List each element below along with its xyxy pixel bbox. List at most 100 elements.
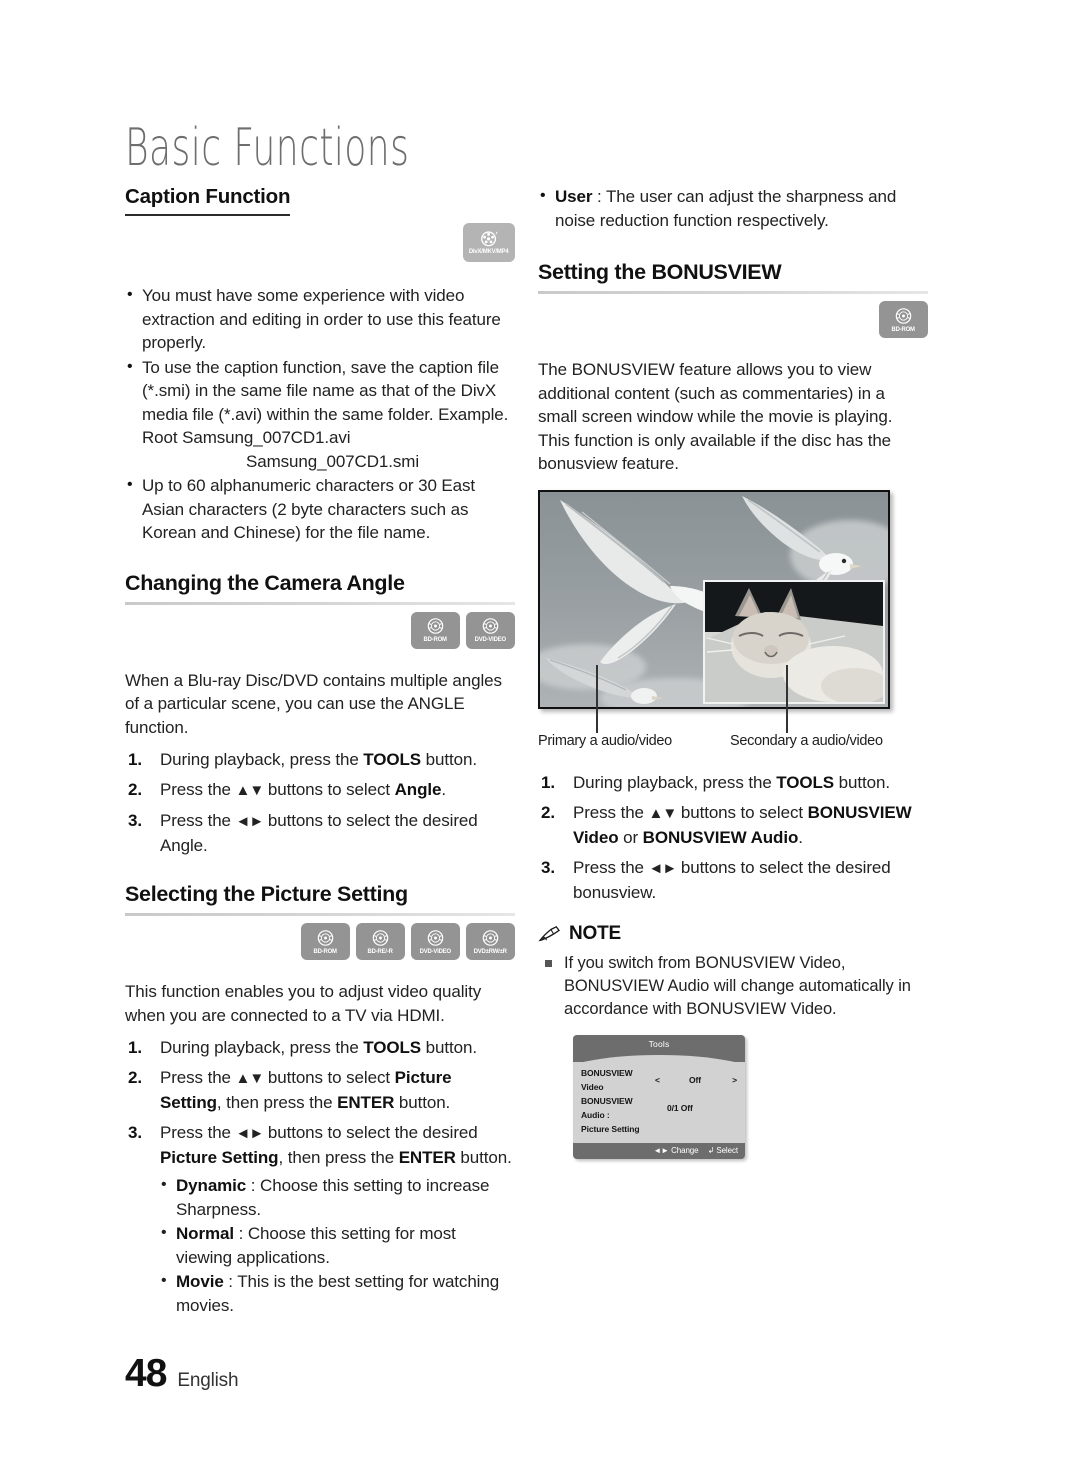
badge-row-caption-function: DivX/MKV/MP4 — [125, 223, 515, 262]
badge-label: BD-ROM — [313, 947, 338, 955]
leftright-arrows-icon: ◄► — [648, 859, 678, 877]
step-item: Press the ▲▼ buttons to select BONUSVIEW… — [538, 801, 928, 850]
step-text: Press the — [160, 1068, 236, 1087]
chapter-title: Basic Functions — [125, 118, 410, 179]
step-bold: Picture Setting — [160, 1148, 279, 1167]
section-bonusview: Setting the BONUSVIEW BD-ROM The BONUSVI… — [538, 260, 928, 905]
secondary-video-pip — [703, 579, 885, 704]
badge-dvd-rw-r: DVD±RW/±R — [466, 923, 515, 960]
option-name: Normal — [176, 1224, 234, 1243]
osd-footer: ◄► Change ↲ Select — [573, 1142, 745, 1159]
disc-icon — [427, 618, 444, 634]
step-text: During playback, press the — [573, 772, 777, 792]
step-text: buttons to select the desired — [263, 1123, 478, 1142]
badge-row-camera-angle: BD-ROM DVD-VIDEO — [125, 611, 515, 649]
leader-line-primary — [596, 664, 598, 733]
badge-label: BD-ROM — [423, 636, 448, 643]
updown-arrows-icon: ▲▼ — [648, 804, 678, 822]
osd-footer-select[interactable]: ↲ Select — [708, 1146, 738, 1155]
osd-row-bonusview-video[interactable]: BONUSVIEW Video < Off > — [581, 1066, 737, 1094]
osd-left-arrow-icon[interactable]: < — [655, 1073, 665, 1087]
right-column: User : The user can adjust the sharpness… — [538, 184, 928, 1159]
option-desc: : The user can adjust the sharpness and … — [555, 187, 897, 230]
step-text: Press the — [160, 780, 236, 799]
step-text: buttons to select — [676, 802, 808, 822]
option-desc: : This is the best setting for watching … — [176, 1272, 500, 1315]
step-bold: Angle — [394, 780, 442, 799]
step-text: , then press the — [278, 1148, 399, 1167]
step-bold: TOOLS — [363, 1038, 422, 1057]
step-item: Press the ▲▼ buttons to select Picture S… — [125, 1066, 515, 1115]
option-name: User — [555, 187, 593, 206]
caption-primary: Primary a audio/video — [538, 732, 672, 749]
left-column: Caption Function DivX/MKV/MP4 • You must… — [125, 185, 515, 1323]
disc-icon — [895, 307, 912, 324]
list-item: Movie : This is the best setting for wat… — [160, 1269, 515, 1317]
step-text: button. — [834, 772, 890, 792]
updown-arrows-icon: ▲▼ — [235, 782, 265, 799]
updown-arrows-icon: ▲▼ — [235, 1070, 265, 1087]
camera-angle-steps: During playback, press the TOOLS button.… — [125, 748, 515, 858]
badge-label: DivX/MKV/MP4 — [469, 248, 509, 255]
page-language: English — [177, 1370, 239, 1391]
disc-icon — [482, 929, 499, 946]
step-text: button. — [421, 1038, 477, 1057]
step-bold: TOOLS — [363, 750, 422, 769]
picture-setting-intro: This function enables you to adjust vide… — [125, 982, 482, 1025]
step-item: Press the ◄► buttons to select the desir… — [125, 809, 515, 858]
step-text: Press the — [160, 811, 236, 830]
heading-camera-angle: Changing the Camera Angle — [125, 570, 405, 595]
leader-line-secondary — [786, 664, 788, 733]
leftright-arrows-icon: ◄► — [235, 1125, 265, 1142]
heading-rule — [538, 291, 928, 294]
film-reel-icon — [480, 231, 498, 247]
osd-right-arrow-icon[interactable]: > — [725, 1073, 737, 1087]
step-bold: ENTER — [337, 1093, 395, 1112]
osd-row-label: Picture Setting — [581, 1123, 640, 1134]
heading-picture-setting: Selecting the Picture Setting — [125, 882, 408, 906]
osd-row-picture-setting[interactable]: Picture Setting — [581, 1122, 737, 1136]
badge-bd-rom: BD-ROM — [879, 301, 928, 338]
bonusview-steps: During playback, press the TOOLS button.… — [538, 771, 928, 905]
note-header: NOTE — [538, 923, 928, 945]
osd-wave-divider — [573, 1052, 745, 1062]
step-bold: TOOLS — [776, 772, 835, 792]
osd-row-value: 0/1 Off — [667, 1102, 693, 1113]
tools-osd-mock: Tools BONUSVIEW Video < Off > BONUSVIEW … — [573, 1034, 745, 1159]
step-item: During playback, press the TOOLS button. — [538, 771, 928, 795]
bullet-text: Up to 60 alphanumeric characters or 30 E… — [142, 476, 476, 542]
list-item: If you switch from BONUSVIEW Video, BONU… — [538, 952, 928, 1021]
badge-dvd-video: DVD-VIDEO — [411, 923, 460, 960]
list-item: Normal : Choose this setting for most vi… — [160, 1221, 515, 1269]
badge-divx: DivX/MKV/MP4 — [463, 223, 515, 262]
picture-setting-steps: During playback, press the TOOLS button.… — [125, 1036, 515, 1317]
step-item: Press the ◄► buttons to select the desir… — [125, 1121, 515, 1317]
seagull-bottom — [546, 657, 664, 704]
step-text: button. — [455, 1148, 512, 1167]
step-text: . — [441, 780, 446, 799]
section-picture-setting: Selecting the Picture Setting BD-ROM BD-… — [125, 882, 515, 1317]
step-item: Press the ▲▼ buttons to select Angle. — [125, 778, 515, 803]
leftright-arrows-icon: ◄► — [235, 813, 265, 830]
osd-row-label: BONUSVIEW Audio : — [581, 1095, 633, 1120]
user-option-bullet: User : The user can adjust the sharpness… — [538, 184, 928, 232]
camera-angle-intro: When a Blu-ray Disc/DVD contains multipl… — [125, 670, 502, 737]
step-text: , then press the — [216, 1093, 338, 1112]
caption-function-bullets: You must have some experience with video… — [125, 283, 515, 545]
cat-illustration — [705, 587, 883, 702]
osd-row-bonusview-audio[interactable]: BONUSVIEW Audio : 0/1 Off — [581, 1094, 737, 1122]
osd-footer-change[interactable]: ◄► Change — [653, 1146, 698, 1155]
disc-icon — [317, 929, 334, 946]
osd-title: Tools — [573, 1034, 745, 1053]
step-bold: BONUSVIEW Audio — [642, 827, 799, 847]
badge-label: DVD-VIDEO — [474, 636, 507, 643]
disc-icon — [372, 929, 389, 946]
list-item: Up to 60 alphanumeric characters or 30 E… — [125, 473, 515, 545]
step-text: or — [618, 827, 643, 847]
bullet-text: You must have some experience with video… — [142, 286, 501, 352]
badge-row-bonusview: BD-ROM — [538, 301, 928, 338]
page-footer: 48 English — [125, 1352, 239, 1396]
badge-label: BD-RE/-R — [367, 947, 394, 955]
step-text: Press the — [573, 857, 649, 877]
primary-video-photo — [538, 489, 890, 709]
